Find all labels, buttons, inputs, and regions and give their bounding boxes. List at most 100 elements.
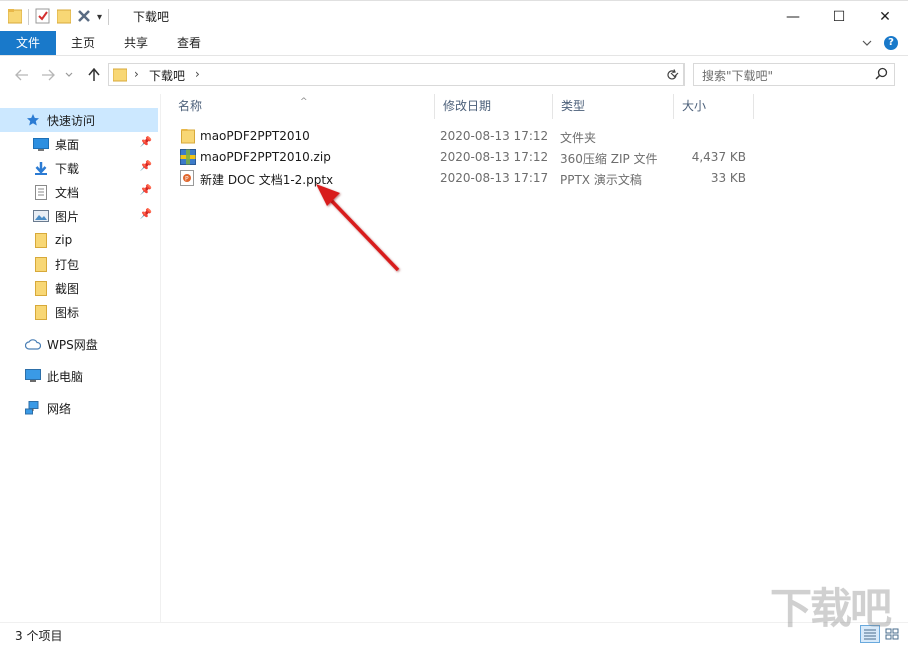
- table-row[interactable]: P 新建 DOC 文档1-2.pptx 2020-08-13 17:17 PPT…: [170, 168, 750, 189]
- zip-archive-icon: [180, 149, 196, 168]
- file-name: maoPDF2PPT2010: [200, 129, 310, 143]
- back-button[interactable]: [12, 65, 32, 85]
- sidebar-item-pictures[interactable]: 图片 📌: [0, 204, 158, 228]
- ribbon-right-controls: ?: [862, 36, 898, 50]
- sidebar-item-label: 打包: [55, 257, 80, 272]
- quick-access-toolbar: ▾: [7, 7, 115, 27]
- pin-icon[interactable]: 📌: [140, 161, 152, 172]
- sidebar-item-label: 快速访问: [47, 113, 96, 128]
- column-header-type[interactable]: 类型: [553, 94, 674, 119]
- tab-file[interactable]: 文件: [0, 31, 56, 55]
- refresh-icon: [667, 68, 677, 79]
- toolbar-separator: [108, 9, 110, 25]
- pin-icon[interactable]: 📌: [140, 209, 152, 220]
- tab-view[interactable]: 查看: [163, 31, 215, 55]
- sidebar-item-label: 网络: [47, 401, 72, 416]
- file-modified: 2020-08-13 17:12: [440, 150, 549, 164]
- file-list: ^ 名称 修改日期 类型 大小 maoPDF2PPT2010 2020-08-1…: [170, 94, 890, 622]
- folder-icon: [32, 232, 50, 248]
- properties-icon[interactable]: [35, 8, 51, 27]
- arrow-up-icon: [88, 68, 100, 81]
- navigation-bar: › 下载吧 › 搜索"下载吧": [0, 56, 908, 94]
- sort-ascending-icon: ^: [300, 97, 308, 107]
- tab-home[interactable]: 主页: [57, 31, 109, 55]
- sidebar-item-wps-cloud[interactable]: WPS网盘: [0, 332, 158, 356]
- pictures-icon: [32, 208, 50, 224]
- sidebar-item-label: 下载: [55, 161, 80, 176]
- cloud-icon: [24, 336, 42, 352]
- column-header-name[interactable]: ^ 名称: [170, 94, 435, 119]
- vertical-scrollbar[interactable]: [889, 94, 906, 622]
- search-box[interactable]: 搜索"下载吧": [693, 63, 895, 86]
- pptx-file-icon: P: [180, 170, 194, 189]
- navigation-pane: 快速访问 桌面 📌 下载 📌 文档 📌 图片 📌 zip 打包 截图 图标 WP…: [0, 102, 160, 622]
- desktop-icon: [32, 136, 50, 152]
- sidebar-item-label: 文档: [55, 185, 80, 200]
- table-row[interactable]: maoPDF2PPT2010 2020-08-13 17:12 文件夹: [170, 126, 750, 147]
- item-count: 3 个项目: [15, 629, 63, 643]
- arrow-right-icon: [42, 69, 55, 81]
- window-title: 下载吧: [133, 10, 170, 24]
- network-icon: [24, 400, 42, 416]
- breadcrumb-chevron-icon[interactable]: ›: [195, 67, 200, 81]
- ribbon: 文件 主页 共享 查看 ?: [0, 31, 908, 56]
- customize-toolbar-icon[interactable]: ▾: [97, 12, 102, 23]
- recent-locations-button[interactable]: [62, 65, 76, 85]
- column-header-modified[interactable]: 修改日期: [435, 94, 553, 119]
- folder-icon: [32, 280, 50, 296]
- file-name: maoPDF2PPT2010.zip: [200, 150, 331, 164]
- pin-icon[interactable]: 📌: [140, 185, 152, 196]
- sidebar-item-label: WPS网盘: [47, 337, 98, 352]
- documents-icon: [32, 184, 50, 200]
- maximize-button[interactable]: ☐: [816, 1, 862, 32]
- file-type: 360压缩 ZIP 文件: [560, 152, 658, 166]
- sidebar-item-label: 此电脑: [47, 369, 84, 384]
- annotation-arrow-icon: [316, 184, 400, 272]
- sidebar-item-documents[interactable]: 文档 📌: [0, 180, 158, 204]
- sidebar-item-quick-access[interactable]: 快速访问: [0, 108, 158, 132]
- sidebar-item-network[interactable]: 网络: [0, 396, 158, 420]
- sidebar-item-desktop[interactable]: 桌面 📌: [0, 132, 158, 156]
- watermark-logo: 下载吧: [770, 584, 892, 633]
- folder-icon: [112, 67, 128, 86]
- refresh-button[interactable]: [661, 63, 684, 86]
- pin-icon[interactable]: 📌: [140, 137, 152, 148]
- file-type: PPTX 演示文稿: [560, 173, 642, 187]
- sidebar-item-zip[interactable]: zip: [0, 228, 158, 252]
- address-bar[interactable]: › 下载吧 ›: [108, 63, 685, 86]
- star-icon: [24, 112, 42, 128]
- column-header-size[interactable]: 大小: [674, 94, 754, 119]
- up-button[interactable]: [84, 65, 104, 85]
- close-button[interactable]: ✕: [862, 1, 908, 32]
- chevron-down-icon[interactable]: [862, 37, 872, 50]
- breadcrumb-chevron-icon[interactable]: ›: [134, 67, 139, 81]
- delete-icon[interactable]: [77, 9, 91, 26]
- sidebar-item-this-pc[interactable]: 此电脑: [0, 364, 158, 388]
- file-size: 33 KB: [710, 171, 746, 185]
- new-folder-icon[interactable]: [56, 8, 72, 27]
- help-icon[interactable]: ?: [884, 36, 898, 50]
- search-icon[interactable]: [875, 67, 888, 83]
- file-type: 文件夹: [560, 131, 597, 145]
- sidebar-item-label: 图标: [55, 305, 80, 320]
- search-placeholder: 搜索"下载吧": [702, 69, 774, 83]
- chevron-down-icon: [65, 72, 73, 77]
- download-icon: [32, 160, 50, 176]
- breadcrumb-item[interactable]: 下载吧: [149, 67, 185, 84]
- tab-share[interactable]: 共享: [110, 31, 162, 55]
- forward-button[interactable]: [38, 65, 58, 85]
- minimize-button[interactable]: —: [770, 1, 816, 32]
- sidebar-item-icons[interactable]: 图标: [0, 300, 158, 324]
- sidebar-item-screenshots[interactable]: 截图: [0, 276, 158, 300]
- folder-icon: [181, 128, 195, 147]
- pane-divider[interactable]: [160, 94, 161, 622]
- table-row[interactable]: maoPDF2PPT2010.zip 2020-08-13 17:12 360压…: [170, 147, 750, 168]
- sidebar-item-downloads[interactable]: 下载 📌: [0, 156, 158, 180]
- title-bar: ▾ 下载吧 — ☐ ✕: [0, 0, 908, 31]
- sidebar-item-label: 截图: [55, 281, 80, 296]
- folder-icon: [7, 8, 23, 27]
- svg-text:P: P: [185, 176, 189, 183]
- computer-icon: [24, 368, 42, 384]
- sidebar-item-package[interactable]: 打包: [0, 252, 158, 276]
- folder-icon: [32, 304, 50, 320]
